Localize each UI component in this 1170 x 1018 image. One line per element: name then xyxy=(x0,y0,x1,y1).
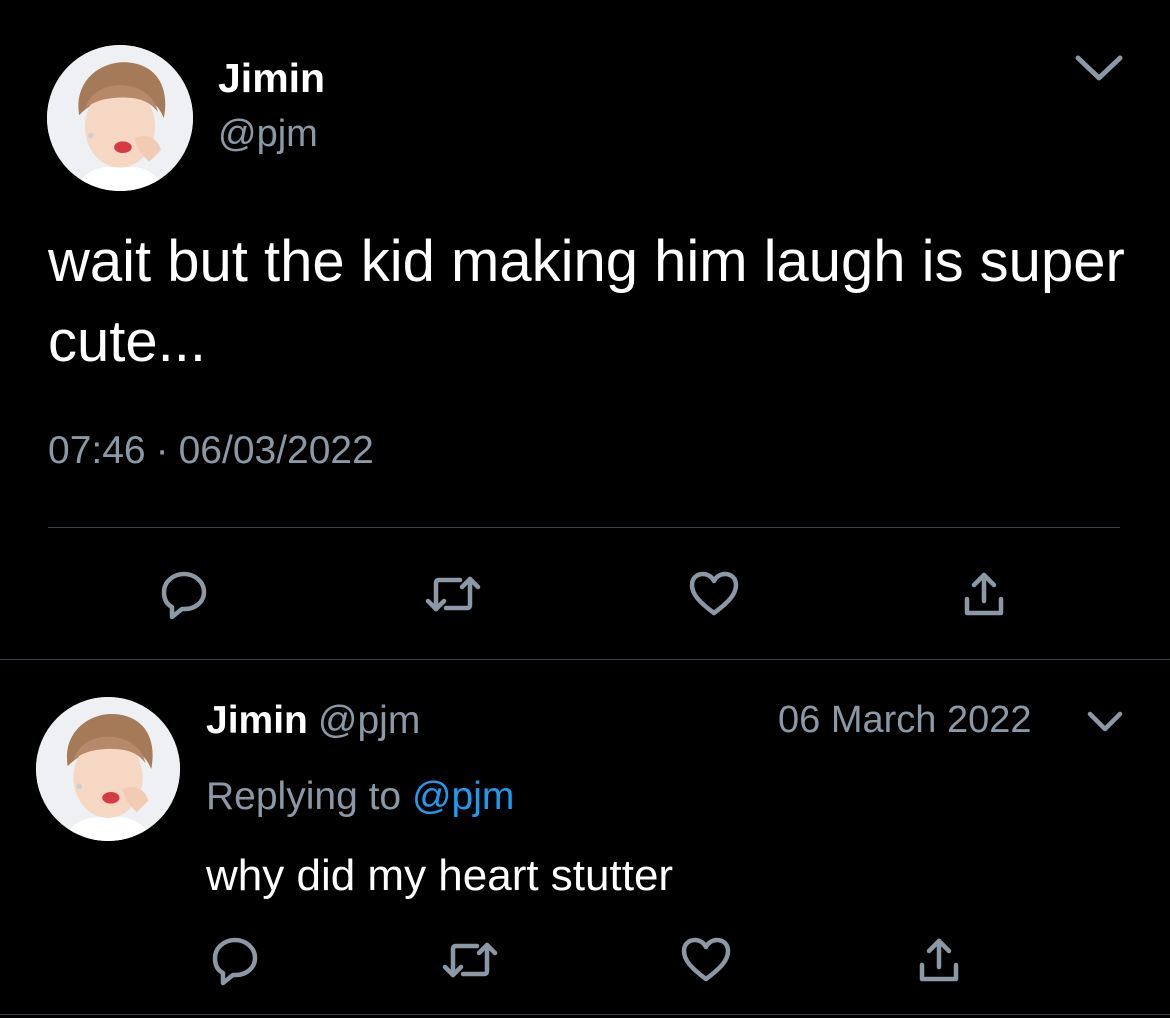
section-divider xyxy=(0,659,1170,660)
reply-author-line: Jimin @pjm xyxy=(206,699,420,743)
tweet-text: wait but the kid making him laugh is sup… xyxy=(48,229,1125,374)
like-icon[interactable] xyxy=(682,562,746,626)
chevron-down-icon[interactable] xyxy=(1072,52,1126,84)
reply-text: why did my heart stutter xyxy=(206,851,674,900)
bottom-divider xyxy=(0,1014,1170,1015)
author-handle[interactable]: @pjm xyxy=(218,113,318,156)
tweet-time: 07:46 xyxy=(48,429,146,472)
reply-author-avatar[interactable] xyxy=(36,697,180,841)
reply-icon[interactable] xyxy=(203,928,267,992)
author-name[interactable]: Jimin xyxy=(218,55,325,101)
replying-to: Replying to @pjm xyxy=(206,775,514,819)
avatar-image xyxy=(36,697,180,841)
chevron-down-icon[interactable] xyxy=(1084,708,1126,736)
divider xyxy=(48,527,1120,528)
like-icon[interactable] xyxy=(674,928,738,992)
replying-to-mention[interactable]: @pjm xyxy=(412,775,514,818)
retweet-icon[interactable] xyxy=(438,928,502,992)
replying-to-label: Replying to xyxy=(206,775,402,818)
avatar-image xyxy=(47,45,193,191)
tweet-date: 06/03/2022 xyxy=(178,429,374,472)
reply-icon[interactable] xyxy=(152,562,216,626)
share-icon[interactable] xyxy=(952,562,1016,626)
share-icon[interactable] xyxy=(907,928,971,992)
tweet-timestamp[interactable]: 07:46 · 06/03/2022 xyxy=(48,429,374,473)
reply-author-name[interactable]: Jimin xyxy=(206,699,308,742)
author-avatar[interactable] xyxy=(47,45,193,191)
reply-date[interactable]: 06 March 2022 xyxy=(778,699,1032,742)
meta-separator: · xyxy=(155,429,169,472)
reply-author-handle[interactable]: @pjm xyxy=(318,699,420,742)
retweet-icon[interactable] xyxy=(421,562,485,626)
